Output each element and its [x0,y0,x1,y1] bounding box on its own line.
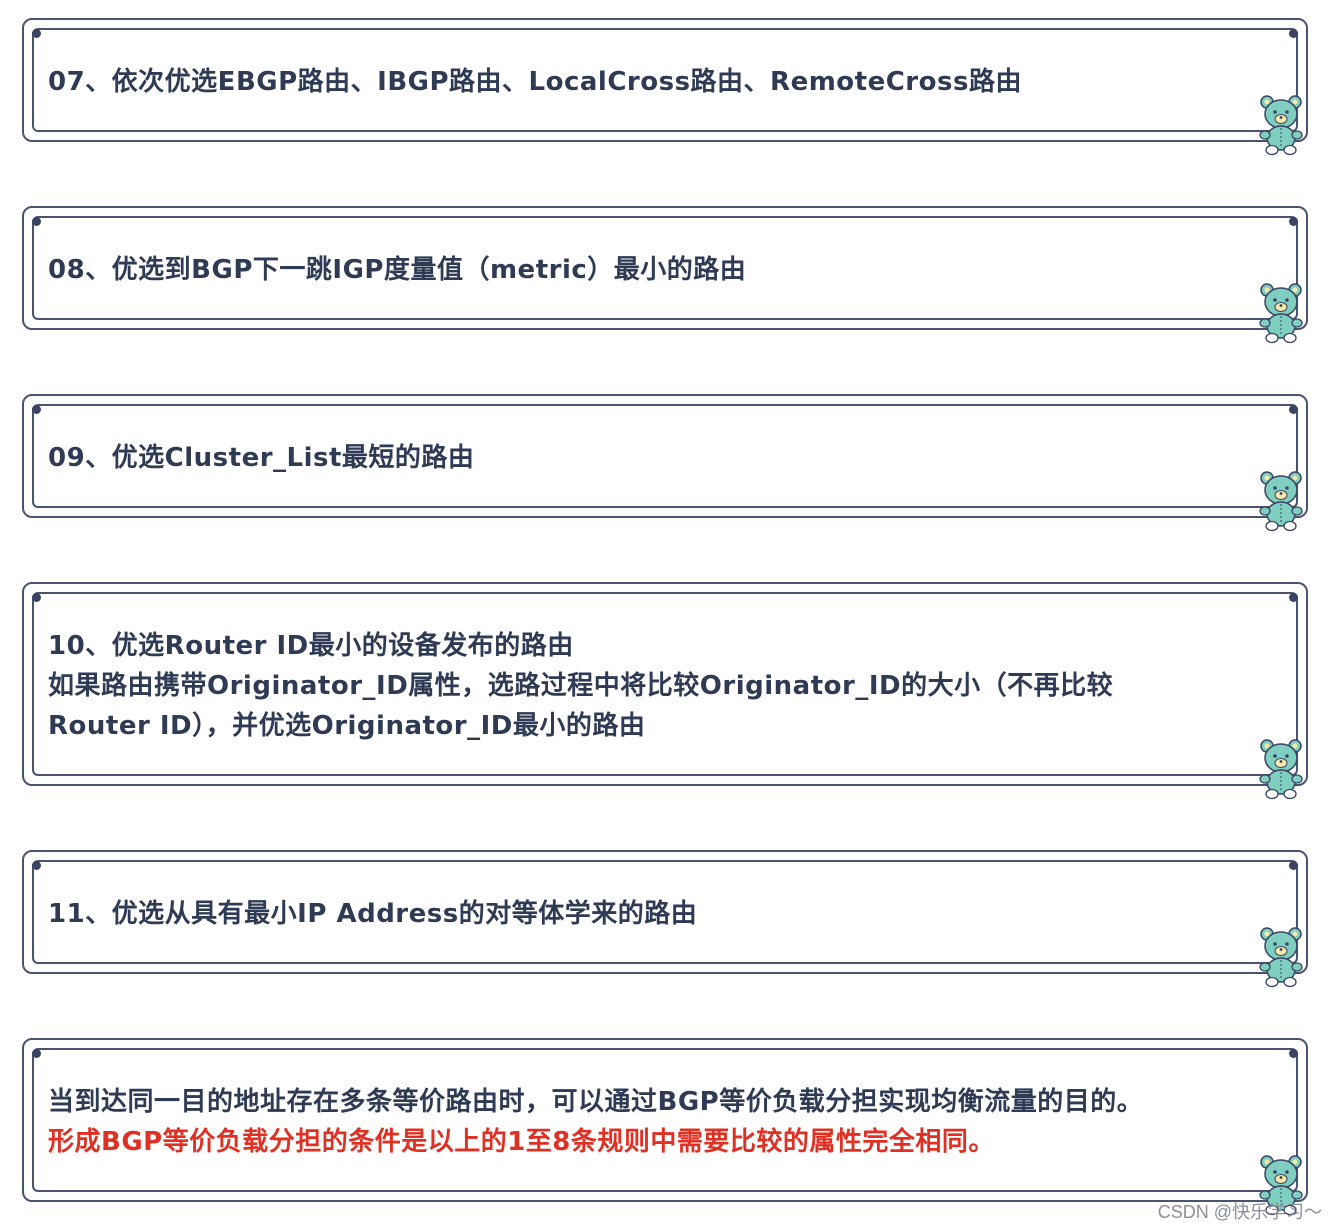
rule-11-text: 11、优选从具有最小IP Address的对等体学来的路由 [48,899,698,929]
rule-10-text: 10、优选Router ID最小的设备发布的路由 [48,631,574,661]
corner-dot [32,593,41,602]
card-text: 11、优选从具有最小IP Address的对等体学来的路由 [48,894,1246,934]
corner-dot [32,405,41,414]
card-10: 10、优选Router ID最小的设备发布的路由 如果路由携带Originato… [22,582,1308,800]
card-summary: 当到达同一目的地址存在多条等价路由时，可以通过BGP等价负载分担实现均衡流量的目… [22,1038,1308,1216]
card-text: 07、依次优选EBGP路由、IBGP路由、LocalCross路由、Remote… [48,62,1246,102]
corner-dot [1289,29,1298,38]
card-text: 当到达同一目的地址存在多条等价路由时，可以通过BGP等价负载分担实现均衡流量的目… [48,1082,1286,1162]
card-07: 07、依次优选EBGP路由、IBGP路由、LocalCross路由、Remote… [22,18,1308,156]
corner-dot [1289,217,1298,226]
corner-dot [1289,1049,1298,1058]
summary-highlight-text: 形成BGP等价负载分担的条件是以上的1至8条规则中需要比较的属性完全相同。 [48,1127,995,1157]
rule-10-detail-2: Router ID），并优选Originator_ID最小的路由 [48,711,646,741]
card-text: 09、优选Cluster_List最短的路由 [48,438,1246,478]
card-09: 09、优选Cluster_List最短的路由 [22,394,1308,532]
corner-dot [1289,405,1298,414]
teddy-bear-icon [1259,471,1303,532]
card-text: 08、优选到BGP下一跳IGP度量值（metric）最小的路由 [48,250,1246,290]
teddy-bear-icon [1259,95,1303,156]
card-text: 10、优选Router ID最小的设备发布的路由 如果路由携带Originato… [48,626,1246,746]
rule-07-text: 07、依次优选EBGP路由、IBGP路由、LocalCross路由、Remote… [48,67,1022,97]
teddy-bear-icon [1259,927,1303,988]
rule-09-text: 09、优选Cluster_List最短的路由 [48,443,475,473]
csdn-watermark: CSDN @快乐学习～ [1157,1202,1322,1222]
card-08: 08、优选到BGP下一跳IGP度量值（metric）最小的路由 [22,206,1308,344]
rule-08-text: 08、优选到BGP下一跳IGP度量值（metric）最小的路由 [48,255,747,285]
card-11: 11、优选从具有最小IP Address的对等体学来的路由 [22,850,1308,988]
teddy-bear-icon [1259,283,1303,344]
corner-dot [32,217,41,226]
corner-dot [32,29,41,38]
corner-dot [32,1049,41,1058]
teddy-bear-icon [1259,739,1303,800]
corner-dot [1289,593,1298,602]
summary-text: 当到达同一目的地址存在多条等价路由时，可以通过BGP等价负载分担实现均衡流量的目… [48,1087,1144,1117]
corner-dot [1289,861,1298,870]
corner-dot [32,861,41,870]
rule-10-detail-1: 如果路由携带Originator_ID属性，选路过程中将比较Originator… [48,671,1114,701]
